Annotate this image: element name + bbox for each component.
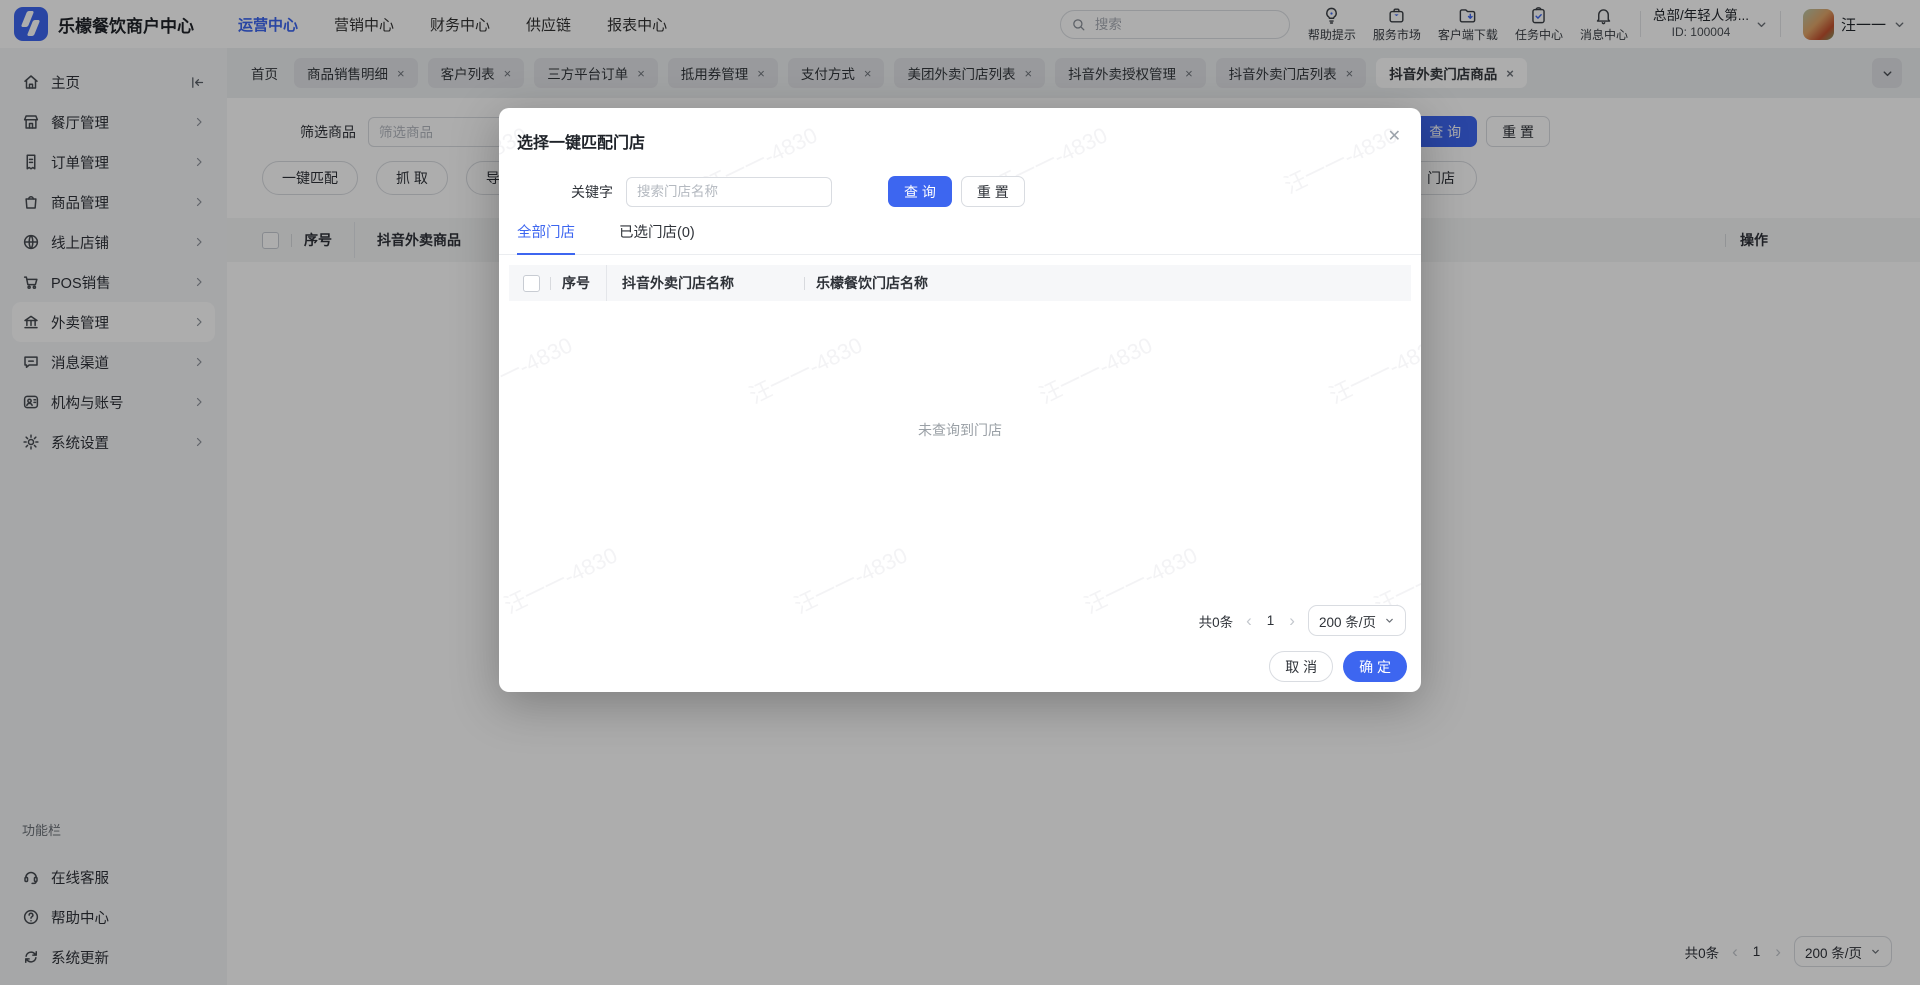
store-tabs: 全部门店 已选门店(0) xyxy=(517,221,695,255)
next-page-button[interactable]: › xyxy=(1289,612,1295,629)
confirm-button[interactable]: 确 定 xyxy=(1343,651,1407,682)
keyword-input[interactable] xyxy=(626,176,832,207)
modal-reset-button[interactable]: 重 置 xyxy=(960,176,1025,207)
column-lemon-store-name: 乐檬餐饮门店名称 xyxy=(816,275,928,291)
keyword-label: 关键字 xyxy=(571,183,613,200)
empty-state-text: 未查询到门店 xyxy=(918,422,1002,438)
modal-pagination: 共0条 ‹ 1 › 200 条/页 xyxy=(1199,605,1406,636)
close-icon[interactable]: ✕ xyxy=(1386,127,1403,147)
stores-table-header: 序号 抖音外卖门店名称 乐檬餐饮门店名称 xyxy=(509,265,1411,301)
prev-page-button[interactable]: ‹ xyxy=(1246,612,1252,629)
divider xyxy=(550,276,551,290)
page-size-select[interactable]: 200 条/页 xyxy=(1307,605,1406,636)
current-page[interactable]: 1 xyxy=(1265,613,1277,628)
chevron-down-icon xyxy=(1386,618,1393,623)
keyword-filter: 关键字 查 询 重 置 xyxy=(571,176,1025,207)
total-count: 共0条 xyxy=(1198,614,1234,630)
select-all-checkbox[interactable] xyxy=(523,274,540,292)
divider xyxy=(606,265,607,301)
modal-title: 选择一键匹配门店 xyxy=(517,135,646,152)
modal-search-button[interactable]: 查 询 xyxy=(888,176,952,207)
column-index: 序号 xyxy=(562,275,590,291)
modal-footer: 取 消 确 定 xyxy=(1269,651,1407,682)
cancel-button[interactable]: 取 消 xyxy=(1269,651,1334,682)
column-douyin-store-name: 抖音外卖门店名称 xyxy=(622,275,734,291)
divider xyxy=(804,276,805,290)
tab-selected-stores[interactable]: 已选门店(0) xyxy=(619,221,695,255)
select-match-store-dialog: 汪一一-4830 汪一一-4830 汪一一-4830 汪一一-4830 汪一一-4830… xyxy=(499,108,1421,692)
tab-all-stores[interactable]: 全部门店 xyxy=(517,221,575,255)
